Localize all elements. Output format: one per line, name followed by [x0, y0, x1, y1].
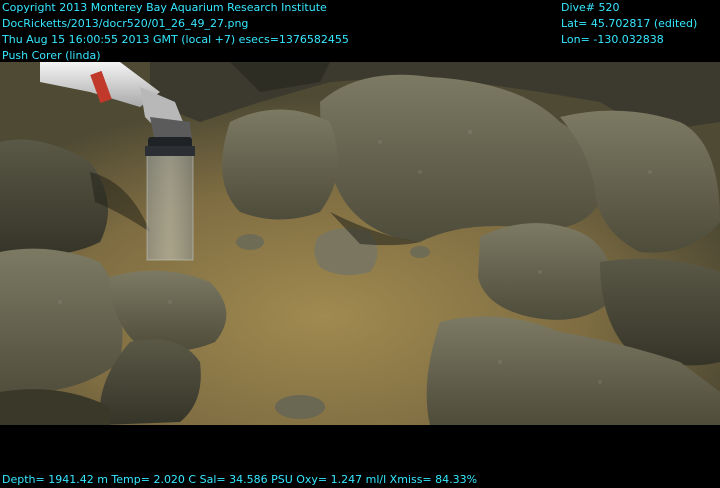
header-right-info: Dive# 520 Lat= 45.702817 (edited) Lon= -…: [561, 0, 697, 48]
dive-number: Dive# 520: [561, 1, 620, 14]
copyright-text: Copyright 2013 Monterey Bay Aquarium Res…: [2, 1, 327, 14]
video-frame: Copyright 2013 Monterey Bay Aquarium Res…: [0, 0, 720, 486]
longitude: Lon= -130.032838: [561, 33, 664, 46]
filename-text: DocRicketts/2013/docr520/01_26_49_27.png: [2, 17, 249, 30]
seafloor-photo: [0, 62, 720, 425]
latitude: Lat= 45.702817 (edited): [561, 17, 698, 30]
timestamp-text: Thu Aug 15 16:00:55 2013 GMT (local +7) …: [2, 33, 349, 46]
header-left-info: Copyright 2013 Monterey Bay Aquarium Res…: [2, 0, 349, 64]
